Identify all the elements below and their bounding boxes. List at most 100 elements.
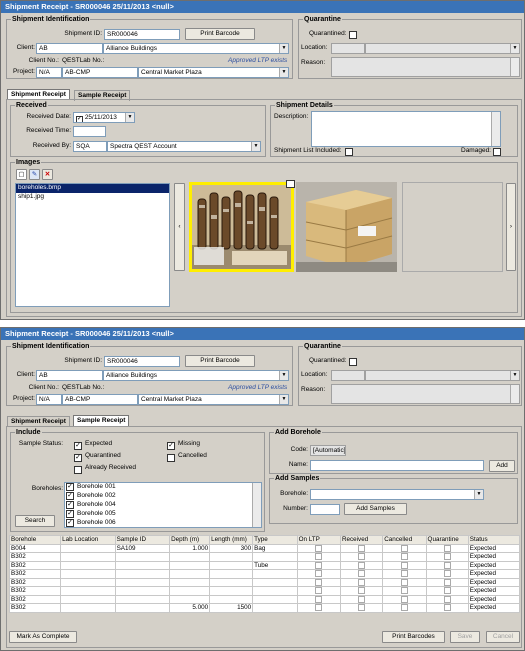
dropdown-arrow-icon[interactable]: ▼ [251, 142, 260, 151]
missing-checkbox[interactable]: ✓ [167, 442, 175, 450]
cell-sample[interactable] [114, 569, 171, 579]
client-code-field[interactable]: AB [36, 370, 103, 381]
cell-status[interactable]: Expected [467, 594, 521, 604]
cell-checkbox[interactable] [425, 560, 469, 570]
table-row[interactable]: B302 Expected [8, 552, 521, 562]
already-received-checkbox[interactable] [74, 466, 82, 474]
print-barcode-button[interactable]: Print Barcode [185, 28, 255, 40]
cell-checkbox[interactable] [382, 577, 427, 587]
cell-sample[interactable] [114, 560, 171, 570]
row-checkbox[interactable] [358, 578, 366, 586]
samples-table[interactable]: Borehole Lab Location Sample ID Depth (m) Le… [8, 535, 521, 613]
cell-checkbox[interactable] [382, 594, 427, 604]
cell-lab[interactable] [60, 577, 116, 587]
mark-as-complete-button[interactable]: Mark As Complete [9, 631, 77, 643]
cell-depth[interactable] [169, 552, 211, 562]
column-header[interactable]: Type [252, 535, 298, 545]
row-checkbox[interactable] [400, 561, 408, 569]
cell-lab[interactable] [60, 560, 116, 570]
cell-borehole[interactable]: B004 [8, 543, 62, 553]
cell-lab[interactable] [60, 586, 116, 596]
description-field[interactable] [311, 111, 501, 147]
cell-borehole[interactable]: B302 [8, 569, 62, 579]
column-header[interactable]: Sample ID [114, 535, 171, 545]
cell-checkbox[interactable] [339, 543, 384, 553]
row-checkbox[interactable] [315, 578, 323, 586]
cell-checkbox[interactable] [339, 552, 384, 562]
row-checkbox[interactable] [315, 561, 323, 569]
cell-checkbox[interactable] [339, 569, 384, 579]
column-header[interactable]: Depth (m) [169, 535, 211, 545]
row-checkbox[interactable] [358, 561, 366, 569]
cell-checkbox[interactable] [296, 560, 341, 570]
image-file-list[interactable]: boreholes.bmp ship1.jpg [15, 183, 170, 307]
cell-checkbox[interactable] [339, 560, 384, 570]
row-checkbox[interactable] [315, 544, 323, 552]
cell-sample[interactable] [114, 586, 171, 596]
column-header[interactable]: Length (mm) [209, 535, 254, 545]
borehole-checkbox[interactable]: ✓ [66, 483, 74, 491]
cell-checkbox[interactable] [382, 543, 427, 553]
cell-checkbox[interactable] [296, 552, 341, 562]
dropdown-arrow-icon[interactable]: ▼ [279, 371, 288, 380]
cell-borehole[interactable]: B302 [8, 552, 62, 562]
cell-type[interactable] [252, 594, 298, 604]
cell-sample[interactable] [114, 594, 171, 604]
quarantined-checkbox[interactable] [349, 358, 357, 366]
borehole-checkbox[interactable]: ✓ [66, 492, 74, 500]
cell-length[interactable] [209, 569, 254, 579]
cell-status[interactable]: Expected [467, 543, 521, 553]
edit-image-icon[interactable]: ✎ [29, 169, 40, 180]
received-date-field[interactable]: ✓ 25/11/2013 ▼ [73, 112, 135, 123]
reason-scrollbar[interactable] [510, 385, 519, 403]
borehole-checkbox[interactable]: ✓ [66, 501, 74, 509]
row-checkbox[interactable] [400, 544, 408, 552]
cell-checkbox[interactable] [339, 586, 384, 596]
row-checkbox[interactable] [358, 553, 366, 561]
row-checkbox[interactable] [443, 544, 451, 552]
cell-lab[interactable] [60, 603, 116, 613]
cell-checkbox[interactable] [425, 569, 469, 579]
quarantined-status-checkbox[interactable]: ✓ [74, 454, 82, 462]
cell-sample[interactable] [114, 603, 171, 613]
cell-type[interactable] [252, 603, 298, 613]
row-checkbox[interactable] [315, 570, 323, 578]
cell-checkbox[interactable] [425, 594, 469, 604]
cell-checkbox[interactable] [382, 552, 427, 562]
cell-length[interactable]: 300 [209, 543, 254, 553]
calendar-dropdown-icon[interactable]: ▼ [125, 113, 134, 122]
cell-length[interactable] [209, 594, 254, 604]
row-checkbox[interactable] [400, 595, 408, 603]
cell-sample[interactable] [114, 552, 171, 562]
row-checkbox[interactable] [400, 578, 408, 586]
description-scrollbar[interactable] [491, 112, 500, 146]
dropdown-arrow-icon[interactable]: ▼ [510, 44, 519, 53]
cell-depth[interactable] [169, 569, 211, 579]
table-row[interactable]: B302 Tube Expected [8, 560, 521, 570]
delete-image-icon[interactable]: ✕ [42, 169, 53, 180]
project-code-field[interactable]: N/A [36, 67, 62, 78]
table-row[interactable]: B302 Expected [8, 594, 521, 604]
boreholes-list[interactable]: ✓ Borehole 001 ✓ Borehole 002 ✓ Borehole 004 ✓… [64, 482, 262, 528]
cell-checkbox[interactable] [382, 569, 427, 579]
previous-image-button[interactable]: ‹ [174, 183, 185, 271]
save-button[interactable]: Save [450, 631, 480, 643]
client-name-field[interactable]: Alliance Buildings ▼ [103, 43, 289, 54]
row-checkbox[interactable] [358, 587, 366, 595]
row-checkbox[interactable] [358, 604, 366, 612]
cell-checkbox[interactable] [296, 569, 341, 579]
damaged-checkbox[interactable] [493, 148, 501, 156]
borehole-list-item[interactable]: ✓ Borehole 005 [65, 510, 261, 519]
cell-depth[interactable] [169, 560, 211, 570]
cell-checkbox[interactable] [339, 603, 384, 613]
row-checkbox[interactable] [443, 553, 451, 561]
row-checkbox[interactable] [443, 604, 451, 612]
cell-status[interactable]: Expected [467, 577, 521, 587]
cell-sample[interactable] [114, 577, 171, 587]
cell-depth[interactable]: 1.000 [169, 543, 211, 553]
location-code-field[interactable] [331, 370, 365, 381]
print-barcodes-button[interactable]: Print Barcodes [382, 631, 445, 643]
project-name-field[interactable]: Central Market Plaza ▼ [138, 394, 289, 405]
next-image-button[interactable]: › [506, 183, 516, 271]
column-header[interactable]: Lab Location [60, 535, 116, 545]
